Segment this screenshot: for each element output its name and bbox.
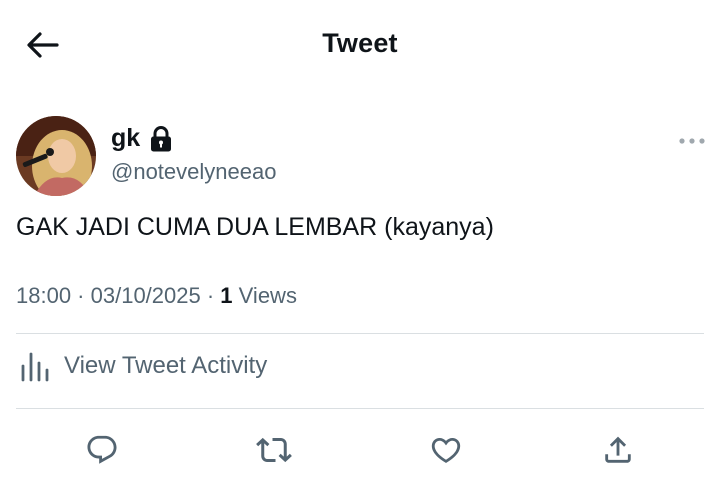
divider: [16, 408, 704, 409]
display-name[interactable]: gk: [111, 124, 140, 153]
view-tweet-activity-label: View Tweet Activity: [64, 352, 268, 379]
tweet-meta: 18:00 · 03/10/2025 · 1 Views: [16, 283, 297, 309]
reply-button[interactable]: [82, 430, 122, 470]
author-name-row: gk: [111, 124, 172, 153]
bar-chart-icon: [21, 352, 49, 382]
view-tweet-activity-button[interactable]: View Tweet Activity: [20, 350, 267, 382]
more-horizontal-icon: [679, 138, 705, 144]
views-count: 1: [220, 283, 233, 308]
tweet-text: GAK JADI CUMA DUA LEMBAR (kayanya): [16, 213, 494, 241]
reply-icon: [87, 435, 117, 464]
avatar-image: [16, 116, 96, 196]
share-button[interactable]: [598, 430, 638, 470]
tweet-time[interactable]: 18:00: [16, 283, 71, 308]
top-bar: Tweet: [0, 0, 720, 90]
retweet-button[interactable]: [254, 430, 294, 470]
meta-separator: ·: [200, 283, 221, 308]
avatar[interactable]: [16, 116, 96, 196]
like-icon: [431, 437, 461, 463]
page-title: Tweet: [322, 28, 398, 58]
more-options-button[interactable]: [677, 129, 707, 153]
share-icon: [605, 436, 631, 463]
meta-separator: ·: [71, 283, 91, 308]
views-label: Views: [232, 283, 297, 308]
user-handle[interactable]: @notevelyneeao: [111, 159, 276, 185]
tweet-date[interactable]: 03/10/2025: [91, 283, 201, 308]
retweet-icon: [256, 437, 292, 463]
like-button[interactable]: [426, 430, 466, 470]
lock-icon: [151, 125, 172, 151]
divider: [16, 333, 704, 334]
